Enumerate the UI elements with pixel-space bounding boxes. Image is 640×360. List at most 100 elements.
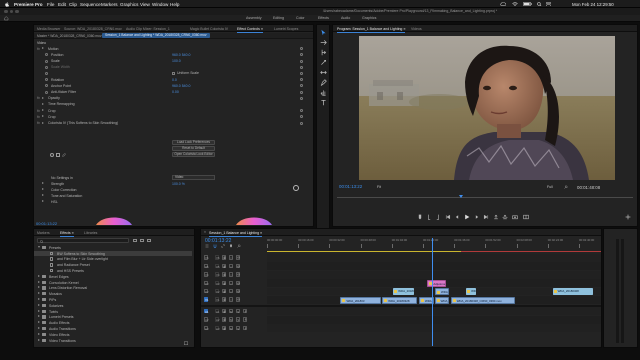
sequence-clip-label[interactable]: Session_1 Balance and Lighting * WDA_201… xyxy=(102,33,210,39)
track-lane[interactable] xyxy=(267,287,601,296)
track-header[interactable]: A2 A2 M S xyxy=(201,316,267,324)
reset-parameter-icon[interactable] xyxy=(300,53,303,57)
sync-lock-icon[interactable]: □ xyxy=(229,272,234,277)
mute-track-icon[interactable]: M xyxy=(229,325,234,331)
timeline-playhead[interactable] xyxy=(431,238,433,346)
workspace-audio[interactable]: Audio xyxy=(341,16,350,20)
creative-cloud-icon[interactable] xyxy=(500,1,506,6)
track-lane[interactable] xyxy=(267,254,601,262)
fx-toggle-icon[interactable]: fx xyxy=(37,115,40,119)
effects-tree-item[interactable]: Video Transitions xyxy=(38,338,188,344)
program-playhead[interactable] xyxy=(459,195,464,198)
toggle-animation-icon[interactable] xyxy=(45,65,48,69)
menu-clip[interactable]: Clip xyxy=(69,2,77,7)
ripple-edit-tool-icon[interactable] xyxy=(320,49,327,56)
reset-parameter-icon[interactable] xyxy=(300,78,303,82)
reset-parameter-icon[interactable] xyxy=(300,47,303,51)
tab-effect-controls[interactable]: Effect Controls ≡ xyxy=(237,27,263,33)
new-bin-icon[interactable] xyxy=(184,341,188,345)
video-clip[interactable]: WDA_20180328_CRN0_0360.mov xyxy=(450,296,515,304)
app-menu[interactable]: Premiere Pro xyxy=(14,2,43,7)
reset-parameter-icon[interactable] xyxy=(300,96,303,100)
reset-parameter-icon[interactable] xyxy=(300,65,303,69)
toggle-output-eye-icon[interactable] xyxy=(236,288,241,294)
track-target-label[interactable]: A3 xyxy=(215,325,220,331)
reset-parameter-icon[interactable] xyxy=(300,59,303,63)
track-lane[interactable] xyxy=(267,307,601,316)
snap-icon[interactable] xyxy=(213,244,217,248)
step-back-icon[interactable] xyxy=(454,214,460,220)
menu-file[interactable]: File xyxy=(47,2,54,7)
add-marker-icon[interactable] xyxy=(417,214,423,220)
source-patch-toggle[interactable]: V3 xyxy=(204,280,209,286)
track-target-label[interactable]: A1 xyxy=(215,308,220,314)
track-lock-icon[interactable] xyxy=(222,325,227,330)
menu-graphics[interactable]: Graphics xyxy=(120,2,138,7)
reset-parameter-icon[interactable] xyxy=(300,109,303,113)
expand-triangle-icon[interactable] xyxy=(38,245,40,249)
insert-nest-icon[interactable] xyxy=(205,244,209,248)
expand-triangle-icon[interactable] xyxy=(38,309,40,312)
pen-mask-icon[interactable] xyxy=(62,153,66,157)
track-lock-icon[interactable] xyxy=(222,297,227,302)
track-lane[interactable] xyxy=(267,262,601,271)
track-header[interactable]: A1 A1 M S xyxy=(201,307,267,315)
tab-libraries[interactable]: Libraries xyxy=(84,231,97,235)
video-clip[interactable]: WDA_20180328_CRN xyxy=(466,288,476,296)
effect-value[interactable]: 0.00 xyxy=(172,90,179,94)
track-target-label[interactable]: V6 xyxy=(215,255,220,260)
voiceover-record-icon[interactable] xyxy=(243,325,248,330)
yuv-effects-icon[interactable] xyxy=(147,238,151,243)
play-icon[interactable] xyxy=(464,214,470,220)
expand-triangle-icon[interactable] xyxy=(38,303,40,306)
load-look-button[interactable]: Load Look Preferences xyxy=(172,140,215,145)
lift-icon[interactable] xyxy=(493,214,499,220)
effects-tree-item[interactable]: Lumetri Presets xyxy=(38,315,188,321)
settings-wrench-icon[interactable] xyxy=(564,185,568,189)
strength-expand-icon[interactable] xyxy=(42,182,44,185)
tab-program[interactable]: Program: Session_1 Balance and Lighting … xyxy=(337,27,406,33)
tab-sequence[interactable]: Session_1 Balance and Lighting ≡ xyxy=(209,231,263,237)
toggle-animation-icon[interactable] xyxy=(45,53,48,57)
tab-media-browser[interactable]: Media Browser xyxy=(37,27,60,31)
video-clip[interactable]: WDA_201803 xyxy=(340,296,381,304)
track-target-label[interactable]: V4 xyxy=(215,272,220,277)
program-quality-dropdown[interactable]: Full xyxy=(547,185,553,189)
fx-toggle-icon[interactable]: fx xyxy=(37,109,40,113)
expand-triangle-icon[interactable] xyxy=(38,286,40,289)
expand-triangle-icon[interactable] xyxy=(38,315,40,318)
program-video-frame[interactable] xyxy=(359,36,615,180)
workspace-graphics[interactable]: Graphics xyxy=(362,16,376,20)
add-marker-timeline-icon[interactable] xyxy=(229,244,233,248)
track-target-label[interactable]: V3 xyxy=(215,280,220,286)
sync-lock-icon[interactable]: □ xyxy=(229,280,234,286)
ellipse-mask-icon[interactable] xyxy=(50,153,54,157)
mark-out-icon[interactable] xyxy=(435,214,441,220)
fx-toggle-icon[interactable]: fx xyxy=(37,96,40,100)
toggle-animation-icon[interactable] xyxy=(45,78,48,82)
rectangle-mask-icon[interactable] xyxy=(56,153,60,157)
expand-triangle-icon[interactable] xyxy=(38,332,40,335)
expand-triangle-icon[interactable] xyxy=(38,326,40,329)
tab-lumetri-scopes[interactable]: Lumetri Scopes xyxy=(274,27,298,31)
comparison-view-icon[interactable] xyxy=(523,214,529,220)
expand-triangle-icon[interactable] xyxy=(42,96,44,99)
accelerated-effects-icon[interactable] xyxy=(133,238,137,243)
video-clip[interactable]: WDA_20180328 xyxy=(382,296,418,304)
effects-tree-item[interactable]: Convolution Kernel xyxy=(38,280,188,286)
source-patch-toggle[interactable]: A3 xyxy=(204,325,209,331)
effects-tree-item[interactable]: and Film Blur + Ltr Side overlight xyxy=(38,257,188,263)
expand-triangle-icon[interactable] xyxy=(38,321,40,324)
reset-effect-icon[interactable] xyxy=(293,185,299,191)
tab-markers[interactable]: Markers xyxy=(37,231,50,235)
menu-window[interactable]: Window xyxy=(152,2,168,7)
strength-value[interactable]: 100.0 % xyxy=(172,182,185,186)
track-lock-icon[interactable] xyxy=(222,263,227,269)
uniform-scale-checkbox[interactable] xyxy=(172,71,176,76)
timeline-ruler[interactable]: 00:00:00:00 00:00:16:00 00:00:32:00 00:00:4… xyxy=(267,238,601,250)
mark-in-icon[interactable] xyxy=(426,214,432,220)
apple-icon[interactable] xyxy=(5,1,9,7)
track-target-label[interactable]: V1 xyxy=(215,297,220,302)
export-frame-icon[interactable] xyxy=(512,214,518,220)
linked-selection-icon[interactable] xyxy=(221,244,225,248)
